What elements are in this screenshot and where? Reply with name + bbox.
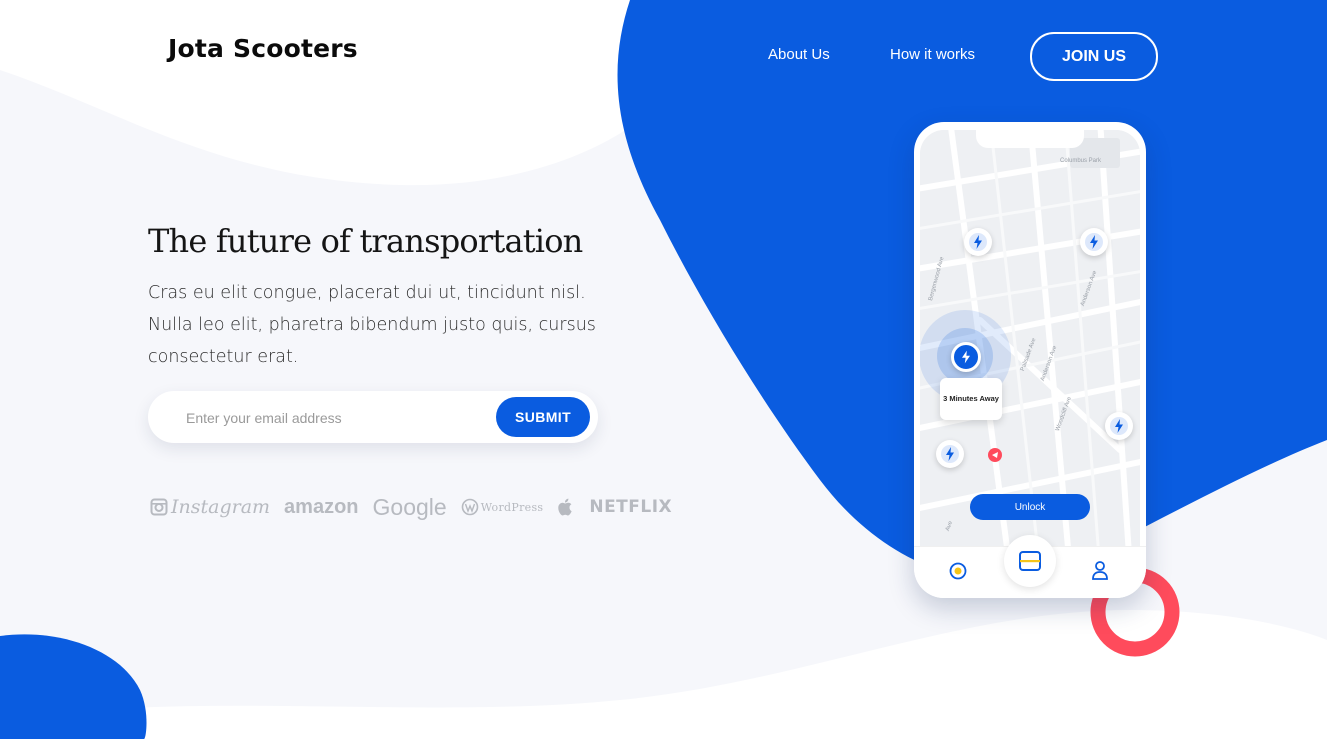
bolt-icon <box>969 233 987 251</box>
user-icon <box>1092 561 1108 580</box>
signup-form: SUBMIT <box>148 391 598 443</box>
scooter-pin[interactable] <box>964 228 992 256</box>
amazon-logo: amazon <box>284 496 358 519</box>
instagram-icon <box>150 498 168 516</box>
location-icon <box>949 562 967 580</box>
tab-profile[interactable] <box>1090 559 1110 586</box>
tab-location[interactable] <box>948 561 968 586</box>
brand-logos: Instagram amazon Google WordPress NETFLI… <box>150 490 686 524</box>
phone-notch <box>976 130 1084 148</box>
nav-how-it-works-link[interactable]: How it works <box>890 46 975 63</box>
wordpress-wordmark: WordPress <box>480 500 544 514</box>
apple-logo <box>557 497 575 517</box>
bolt-icon <box>941 445 959 463</box>
netflix-wordmark: NETFLIX <box>589 497 673 517</box>
amazon-wordmark: amazon <box>284 495 359 518</box>
join-us-button[interactable]: JOIN US <box>1030 32 1158 81</box>
scooter-pin[interactable] <box>1080 228 1108 256</box>
email-input[interactable] <box>184 405 488 431</box>
instagram-wordmark: Instagram <box>171 496 271 518</box>
hero-description: Cras eu elit congue, placerat dui ut, ti… <box>148 283 596 367</box>
phone-tab-bar <box>914 535 1146 598</box>
bolt-icon <box>1110 417 1128 435</box>
scooter-pin[interactable] <box>1105 412 1133 440</box>
wordpress-icon <box>461 498 478 516</box>
phone-mockup: Columbus Park Bergenwood Ave Anderson Av… <box>914 122 1146 598</box>
google-logo: Google <box>373 494 447 521</box>
bolt-icon <box>1085 233 1103 251</box>
google-wordmark: Google <box>372 493 447 520</box>
netflix-logo: NETFLIX <box>589 497 672 517</box>
map-label-park: Columbus Park <box>1060 158 1102 164</box>
map-view: Columbus Park Bergenwood Ave Anderson Av… <box>920 130 1140 554</box>
scooter-pin[interactable] <box>936 440 964 468</box>
submit-button[interactable]: SUBMIT <box>496 397 590 437</box>
eta-card: 3 Minutes Away <box>940 378 1002 420</box>
apple-icon <box>558 498 572 516</box>
instagram-logo: Instagram <box>150 496 270 518</box>
tab-scan[interactable] <box>1004 535 1056 587</box>
bolt-icon <box>962 350 970 364</box>
nav-about-link[interactable]: About Us <box>768 46 830 63</box>
hero-title: The future of transportation <box>148 222 583 260</box>
scan-card-icon <box>1019 551 1041 571</box>
scooter-pin-selected[interactable] <box>951 342 981 372</box>
unlock-button[interactable]: Unlock <box>970 494 1090 520</box>
brand-logo[interactable]: Jota Scooters <box>168 34 358 63</box>
wordpress-logo: WordPress <box>461 498 544 516</box>
